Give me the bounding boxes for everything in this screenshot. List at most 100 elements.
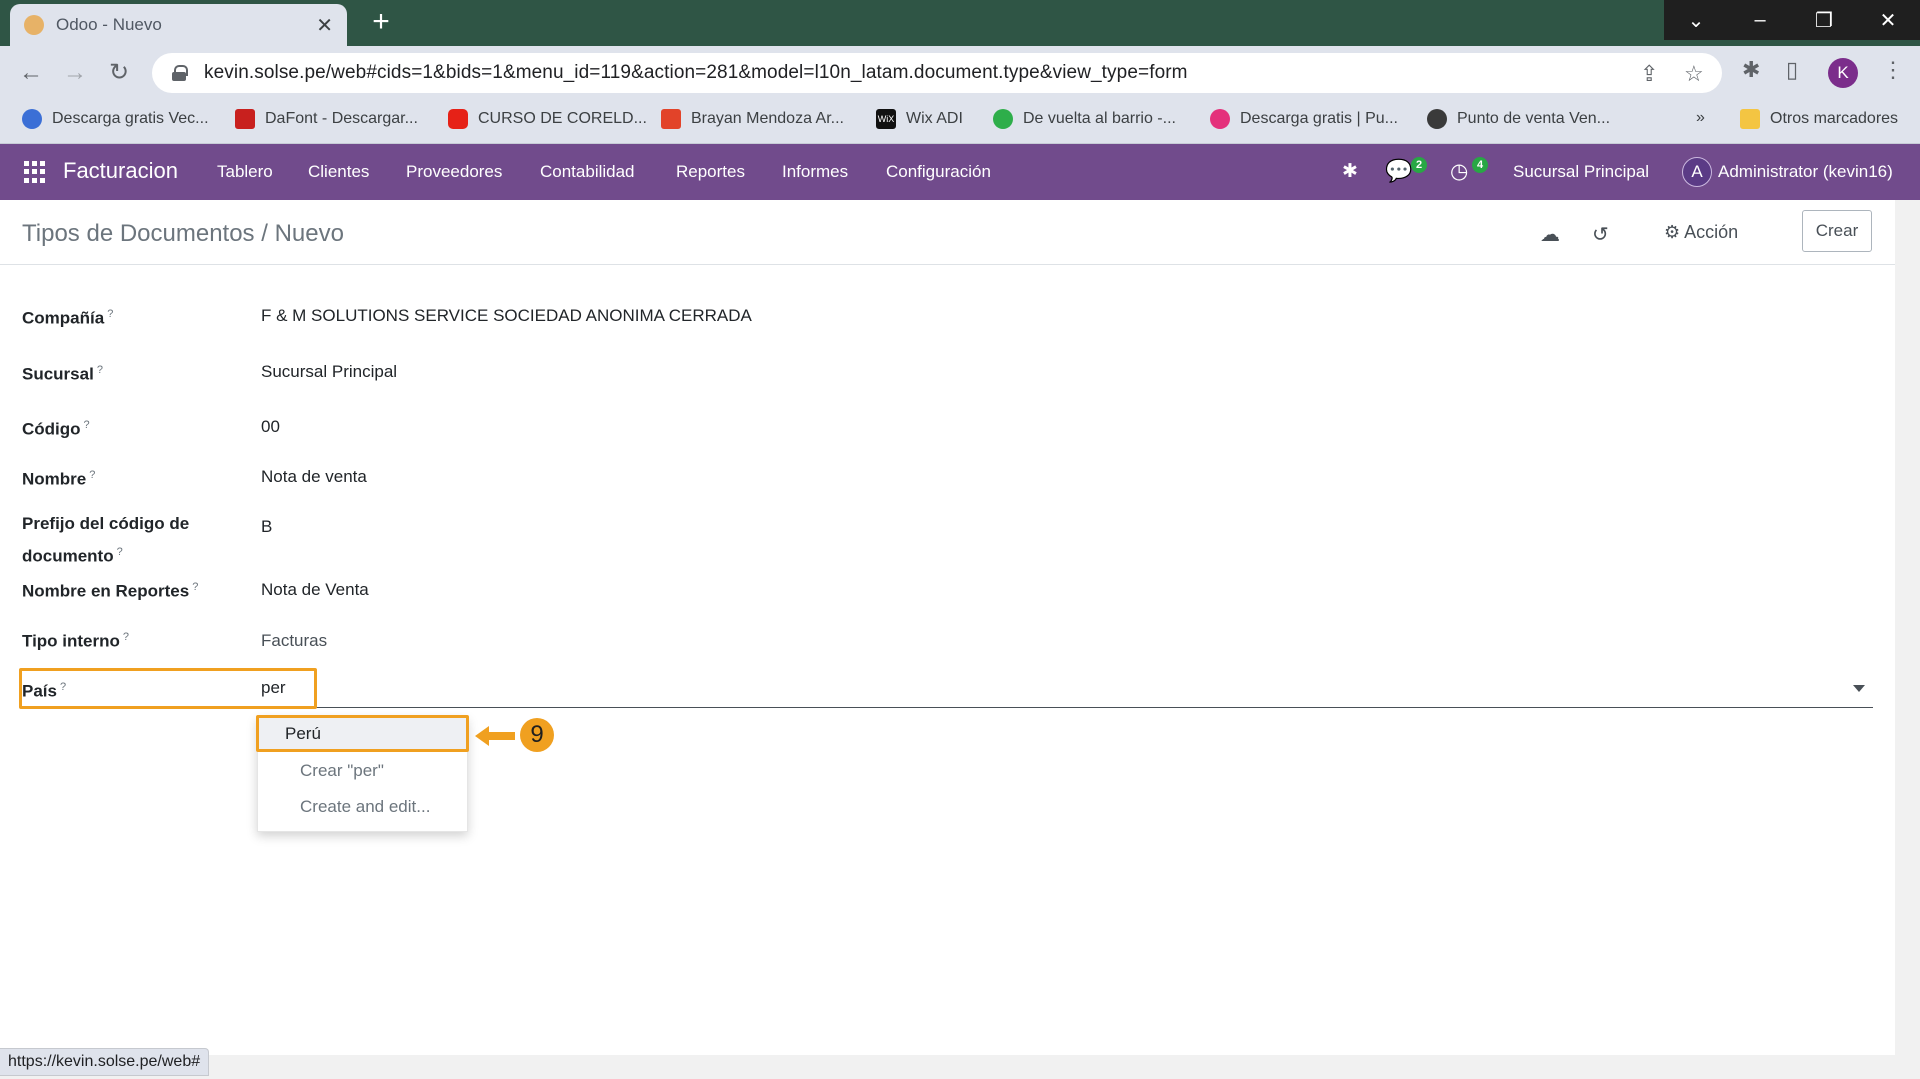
field-value-codigo[interactable]: 00 xyxy=(261,417,280,437)
address-bar[interactable]: kevin.solse.pe/web#cids=1&bids=1&menu_id… xyxy=(152,53,1722,93)
bookmark-item[interactable]: De vuelta al barrio -... xyxy=(993,109,1176,129)
chat-icon[interactable]: 💬 xyxy=(1385,158,1412,184)
play-icon xyxy=(993,109,1013,129)
bookmarks-bar: Descarga gratis Vec... DaFont - Descarga… xyxy=(0,100,1920,144)
browser-tab[interactable]: Odoo - Nuevo ✕ xyxy=(10,4,347,46)
close-window-button[interactable]: ✕ xyxy=(1856,0,1920,40)
browser-toolbar: ← → ↻ kevin.solse.pe/web#cids=1&bids=1&m… xyxy=(0,46,1920,100)
activity-clock-icon[interactable]: ◷ xyxy=(1450,159,1468,184)
youtube-icon xyxy=(448,109,468,129)
side-panel-icon[interactable]: ▯ xyxy=(1786,57,1798,83)
country-input[interactable] xyxy=(261,678,1821,698)
field-value-prefijo[interactable]: B xyxy=(261,517,272,537)
branch-switcher[interactable]: Sucursal Principal xyxy=(1513,162,1649,182)
action-menu[interactable]: ⚙ Acción xyxy=(1664,222,1738,243)
browser-menu-icon[interactable]: ⋮ xyxy=(1882,57,1904,83)
field-label-compania: Compañía? xyxy=(22,308,114,328)
help-tooltip-icon[interactable]: ? xyxy=(123,631,129,643)
country-field[interactable] xyxy=(261,668,1873,708)
bookmark-item[interactable]: Descarga gratis Vec... xyxy=(22,109,209,129)
lock-icon[interactable] xyxy=(172,65,188,81)
messages-badge: 2 xyxy=(1411,157,1427,173)
autocomplete-create-edit-option[interactable]: Create and edit... xyxy=(258,790,469,824)
field-label-pais: País? xyxy=(22,681,67,701)
restore-button[interactable]: ❐ xyxy=(1792,0,1856,40)
close-tab-icon[interactable]: ✕ xyxy=(316,13,333,38)
field-label-nombre: Nombre? xyxy=(22,469,96,489)
menu-proveedores[interactable]: Proveedores xyxy=(406,162,502,182)
save-cloud-icon[interactable]: ☁ xyxy=(1540,222,1560,247)
field-value-nombre-reportes[interactable]: Nota de Venta xyxy=(261,580,369,600)
control-panel: Tipos de Documentos / Nuevo ☁ ↺ ⚙ Acción… xyxy=(0,200,1895,265)
reload-icon[interactable]: ↻ xyxy=(104,58,134,88)
user-avatar[interactable]: A xyxy=(1682,157,1712,187)
help-tooltip-icon[interactable]: ? xyxy=(89,469,95,481)
status-bar-url: https://kevin.solse.pe/web# xyxy=(0,1048,210,1076)
bookmark-item[interactable]: Descarga gratis | Pu... xyxy=(1210,109,1398,129)
annotation-arrow-icon xyxy=(475,726,515,746)
user-menu[interactable]: Administrator (kevin16) xyxy=(1718,162,1893,182)
vertical-scrollbar[interactable] xyxy=(1895,200,1920,1055)
bookmark-item[interactable]: Brayan Mendoza Ar... xyxy=(661,109,844,129)
help-tooltip-icon[interactable]: ? xyxy=(107,308,113,320)
create-button[interactable]: Crear xyxy=(1802,210,1872,252)
apps-grid-icon[interactable] xyxy=(24,161,46,183)
help-tooltip-icon[interactable]: ? xyxy=(192,581,198,593)
field-label-sucursal: Sucursal? xyxy=(22,364,103,384)
menu-configuracion[interactable]: Configuración xyxy=(886,162,991,182)
help-tooltip-icon[interactable]: ? xyxy=(117,546,123,558)
menu-tablero[interactable]: Tablero xyxy=(217,162,273,182)
menu-informes[interactable]: Informes xyxy=(782,162,848,182)
menu-reportes[interactable]: Reportes xyxy=(676,162,745,182)
forward-arrow-icon[interactable]: → xyxy=(60,58,90,88)
other-bookmarks-folder[interactable]: Otros marcadores xyxy=(1740,109,1898,129)
browser-titlebar: Odoo - Nuevo ✕ + ⌄ – ❐ ✕ xyxy=(0,0,1920,46)
tab-title: Odoo - Nuevo xyxy=(56,15,162,34)
wix-icon: WiX xyxy=(876,109,896,129)
app-name[interactable]: Facturacion xyxy=(63,158,178,184)
bookmark-item[interactable]: CURSO DE CORELD... xyxy=(448,109,647,129)
bookmark-item[interactable]: Punto de venta Ven... xyxy=(1427,109,1610,129)
field-label-prefijo: Prefijo del código de documento? xyxy=(22,514,190,566)
gitlab-icon xyxy=(661,109,681,129)
chevron-down-icon[interactable] xyxy=(1853,685,1865,692)
minimize-button[interactable]: – xyxy=(1728,0,1792,40)
bug-icon[interactable]: ✱ xyxy=(1342,160,1358,183)
autocomplete-create-option[interactable]: Crear "per" xyxy=(258,754,469,788)
bookmark-item[interactable]: DaFont - Descargar... xyxy=(235,109,418,129)
star-badge-icon xyxy=(1427,109,1447,129)
extensions-puzzle-icon[interactable]: ✱ xyxy=(1742,57,1760,83)
help-tooltip-icon[interactable]: ? xyxy=(60,681,66,693)
discard-undo-icon[interactable]: ↺ xyxy=(1592,222,1609,247)
bookmark-star-icon[interactable]: ☆ xyxy=(1684,61,1704,87)
field-label-tipo-interno: Tipo interno? xyxy=(22,631,130,651)
field-value-nombre[interactable]: Nota de venta xyxy=(261,467,367,487)
help-tooltip-icon[interactable]: ? xyxy=(97,364,103,376)
bookmark-item[interactable]: WiX Wix ADI xyxy=(876,109,963,129)
tab-search-button[interactable]: ⌄ xyxy=(1664,0,1728,40)
field-value-sucursal[interactable]: Sucursal Principal xyxy=(261,362,397,382)
country-autocomplete: Perú Crear "per" Create and edit... xyxy=(257,716,469,832)
odoo-favicon-icon xyxy=(24,15,44,35)
droplet-icon xyxy=(1210,109,1230,129)
odoo-navbar: Facturacion Tablero Clientes Proveedores… xyxy=(0,144,1920,200)
menu-clientes[interactable]: Clientes xyxy=(308,162,369,182)
activities-badge: 4 xyxy=(1472,157,1488,173)
url-text[interactable]: kevin.solse.pe/web#cids=1&bids=1&menu_id… xyxy=(204,62,1188,84)
autocomplete-option-peru[interactable]: Perú xyxy=(258,717,469,751)
bookmarks-overflow-button[interactable]: » xyxy=(1696,109,1705,127)
horizontal-scrollbar[interactable] xyxy=(0,1055,1920,1079)
profile-avatar[interactable]: K xyxy=(1828,58,1858,88)
field-value-tipo-interno[interactable]: Facturas xyxy=(261,631,327,651)
help-tooltip-icon[interactable]: ? xyxy=(84,419,90,431)
new-tab-button[interactable]: + xyxy=(365,7,397,39)
breadcrumb[interactable]: Tipos de Documentos / Nuevo xyxy=(22,220,344,248)
back-arrow-icon[interactable]: ← xyxy=(16,58,46,88)
field-value-compania[interactable]: F & M SOLUTIONS SERVICE SOCIEDAD ANONIMA… xyxy=(261,306,752,326)
action-label: Acción xyxy=(1684,222,1739,242)
menu-contabilidad[interactable]: Contabilidad xyxy=(540,162,635,182)
freepik-icon xyxy=(22,109,42,129)
folder-icon xyxy=(1740,109,1760,129)
dafont-icon xyxy=(235,109,255,129)
share-icon[interactable]: ⇪ xyxy=(1640,61,1658,87)
